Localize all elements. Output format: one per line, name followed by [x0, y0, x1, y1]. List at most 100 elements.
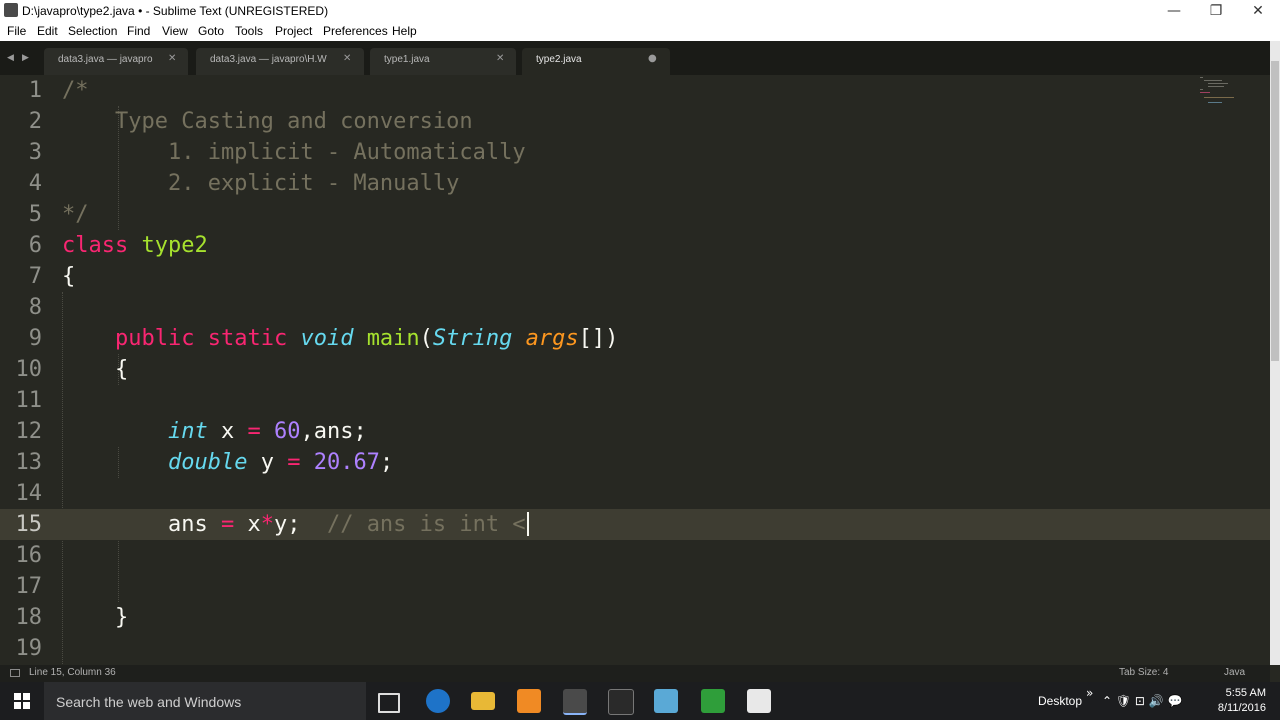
task-view-icon[interactable] — [378, 693, 400, 713]
tab-data3-javapro-hw[interactable]: data3.java — javapro\H.W ✕ — [196, 48, 364, 75]
function-name: main — [366, 326, 420, 351]
line-number: 19 — [15, 636, 43, 661]
tab-size-selector[interactable]: Tab Size: 4 — [1119, 667, 1168, 678]
class-name: type2 — [141, 233, 208, 258]
edge-browser-icon[interactable] — [426, 689, 450, 713]
scrollbar-thumb[interactable] — [1271, 61, 1279, 361]
command-prompt-icon[interactable] — [608, 689, 634, 715]
identifier: y — [247, 450, 288, 475]
code-line: 18 } — [0, 602, 1270, 633]
menu-preferences[interactable]: Preferences — [323, 24, 388, 38]
paint-app-icon[interactable] — [517, 689, 541, 713]
punctuation: ; — [379, 450, 394, 475]
taskbar: Search the web and Windows Desktop » ⌃ 🛡… — [0, 682, 1280, 720]
code-line: 14 — [0, 478, 1270, 509]
windows-start-icon[interactable] — [14, 693, 30, 709]
code-text: class type2 — [62, 230, 208, 261]
vertical-scrollbar[interactable] — [1270, 41, 1280, 665]
tab-type1[interactable]: type1.java ✕ — [370, 48, 516, 75]
operator: = — [287, 450, 301, 475]
code-line: 9 public static void main(String args[]) — [0, 323, 1270, 354]
code-line: 1 /* — [0, 75, 1270, 106]
close-window-button[interactable]: ✕ — [1236, 0, 1280, 22]
clock-date: 8/11/2016 — [1217, 702, 1266, 714]
tab-data3-javapro[interactable]: data3.java — javapro ✕ — [44, 48, 188, 75]
menu-edit[interactable]: Edit — [37, 24, 58, 38]
tab-close-icon[interactable]: ✕ — [168, 53, 176, 64]
code-line: 5 */ — [0, 199, 1270, 230]
menu-help[interactable]: Help — [392, 24, 417, 38]
line-number: 8 — [28, 295, 42, 320]
code-text: double y = 20.67; — [62, 447, 393, 478]
taskbar-clock[interactable]: 5:55 AM 8/11/2016 — [1206, 686, 1266, 716]
code-text: 2. explicit - Manually — [62, 171, 460, 196]
sublime-text-taskbar-icon[interactable] — [563, 689, 587, 715]
number: 20.67 — [313, 450, 380, 475]
minimize-button[interactable]: — — [1152, 0, 1196, 22]
minimap[interactable] — [1198, 75, 1236, 105]
line-number: 2 — [28, 109, 42, 134]
code-text: } — [62, 602, 128, 633]
panel-toggle-icon[interactable] — [10, 669, 20, 677]
menu-file[interactable]: File — [7, 24, 26, 38]
code-line: 10 { — [0, 354, 1270, 385]
identifier: ,ans; — [300, 419, 367, 444]
code-line: 12 int x = 60,ans; — [0, 416, 1270, 447]
line-number: 9 — [28, 326, 42, 351]
camtasia-recorder-icon[interactable] — [747, 689, 771, 713]
menu-tools[interactable]: Tools — [235, 24, 263, 38]
status-bar: Line 15, Column 36 Tab Size: 4 Java — [0, 665, 1270, 682]
tab-label: type2.java — [536, 54, 582, 65]
notepad-icon[interactable] — [654, 689, 678, 713]
restore-button[interactable]: ❐ — [1194, 0, 1238, 22]
tab-close-icon[interactable]: ✕ — [343, 53, 351, 64]
tab-type2[interactable]: type2.java ● — [522, 48, 670, 75]
text-cursor — [526, 512, 529, 536]
cursor-position: Line 15, Column 36 — [29, 667, 116, 678]
desktop-toolbar-label[interactable]: Desktop — [1038, 694, 1082, 708]
code-text: int x = 60,ans; — [62, 416, 367, 447]
code-line: 13 double y = 20.67; — [0, 447, 1270, 478]
menu-view[interactable]: View — [162, 24, 188, 38]
code-line: 2 Type Casting and conversion — [0, 106, 1270, 137]
code-editor[interactable]: 1 /* 2 Type Casting and conversion 3 1. … — [0, 75, 1270, 665]
brace: } — [114, 605, 129, 630]
menu-selection[interactable]: Selection — [68, 24, 117, 38]
tab-scroll-left-icon[interactable]: ◀ — [7, 53, 14, 63]
system-tray-icons[interactable]: ⌃ 🛡 ⊡ 🔊 💬 — [1102, 694, 1182, 708]
code-line: 7 { — [0, 261, 1270, 292]
operator: = — [247, 419, 261, 444]
line-number: 11 — [15, 388, 43, 413]
code-line: 6 class type2 — [0, 230, 1270, 261]
unsaved-dot-icon[interactable]: ● — [648, 53, 657, 64]
punctuation: []) — [578, 326, 619, 351]
line-number: 10 — [15, 357, 43, 382]
menu-goto[interactable]: Goto — [198, 24, 224, 38]
taskbar-search-box[interactable]: Search the web and Windows — [44, 682, 366, 720]
search-placeholder: Search the web and Windows — [56, 694, 242, 710]
code-line: 8 — [0, 292, 1270, 323]
code-text: { — [62, 354, 128, 385]
line-number: 15 — [15, 512, 43, 537]
toolbar-expand-icon[interactable]: » — [1086, 686, 1093, 700]
line-number: 13 — [15, 450, 43, 475]
keyword: public — [114, 326, 195, 351]
tab-scroll-right-icon[interactable]: ▶ — [22, 53, 29, 63]
type: int — [167, 419, 208, 444]
argument: args — [525, 326, 579, 351]
line-number: 5 — [28, 202, 42, 227]
tab-label: data3.java — javapro\H.W — [210, 54, 327, 65]
operator: = — [220, 512, 235, 537]
menu-find[interactable]: Find — [127, 24, 150, 38]
file-explorer-icon[interactable] — [471, 692, 495, 710]
clock-time: 5:55 AM — [1225, 687, 1266, 699]
syntax-selector[interactable]: Java — [1224, 667, 1245, 678]
keyword: static — [207, 326, 288, 351]
brace: { — [114, 357, 129, 382]
camtasia-icon[interactable] — [701, 689, 725, 713]
keyword: class — [62, 233, 129, 258]
line-number: 6 — [28, 233, 42, 258]
tab-bar: ◀ ▶ data3.java — javapro ✕ data3.java — … — [0, 41, 1270, 75]
tab-close-icon[interactable]: ✕ — [496, 53, 504, 64]
menu-project[interactable]: Project — [275, 24, 312, 38]
